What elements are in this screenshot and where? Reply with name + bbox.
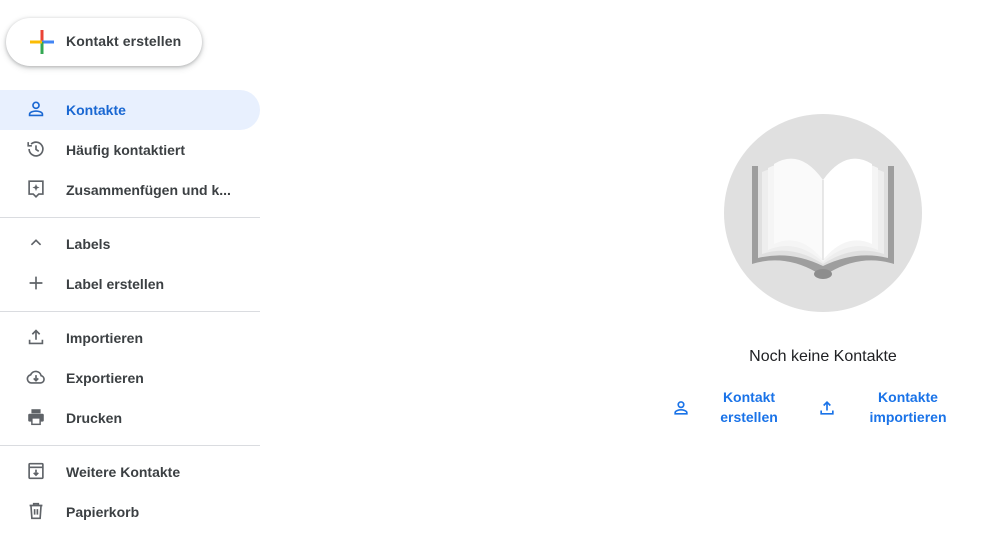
import-contacts-action[interactable]: Kontakte importieren <box>814 386 954 430</box>
divider <box>0 217 260 218</box>
sidebar-item-import[interactable]: Importieren <box>0 318 260 358</box>
sidebar-item-label: Drucken <box>66 410 123 426</box>
archive-download-icon <box>28 462 44 480</box>
sidebar-item-frequently-contacted[interactable]: Häufig kontaktiert <box>0 130 260 170</box>
create-contact-action[interactable]: Kontakt erstellen <box>668 386 784 430</box>
action-label-line: Kontakte <box>878 389 938 405</box>
person-icon <box>674 401 688 415</box>
create-contact-label: Kontakt erstellen <box>66 33 182 49</box>
sidebar-item-print[interactable]: Drucken <box>0 398 260 438</box>
sidebar-item-trash[interactable]: Papierkorb <box>0 492 260 532</box>
open-book-icon <box>752 158 894 279</box>
history-icon <box>27 141 44 157</box>
divider <box>0 311 260 312</box>
create-contact-button[interactable]: Kontakt erstellen <box>6 18 202 66</box>
sidebar-item-label: Häufig kontaktiert <box>66 142 186 158</box>
empty-state-message: Noch keine Kontakte <box>749 348 897 365</box>
plus-icon <box>29 276 43 290</box>
divider <box>0 445 260 446</box>
sidebar: Kontakt erstellen Kontakte Häufig kontak… <box>0 0 260 541</box>
action-label-line: Kontakt <box>722 389 776 405</box>
chevron-up-icon <box>30 239 42 246</box>
sidebar-item-contacts[interactable]: Kontakte <box>0 90 260 130</box>
plus-multicolor-icon <box>30 30 54 54</box>
upload-icon <box>28 329 44 345</box>
cloud-download-icon <box>26 370 45 384</box>
printer-icon <box>28 409 44 426</box>
sidebar-item-label: Label erstellen <box>66 276 165 292</box>
sidebar-item-label: Papierkorb <box>66 504 140 520</box>
sidebar-item-export[interactable]: Exportieren <box>0 358 260 398</box>
sidebar-item-label: Weitere Kontakte <box>66 464 181 480</box>
trash-icon <box>29 502 43 520</box>
sidebar-item-label: Kontakte <box>66 102 126 118</box>
action-label-line: importieren <box>869 409 947 425</box>
merge-sparkle-icon <box>28 180 44 198</box>
person-icon <box>28 101 44 117</box>
sidebar-item-merge-fix[interactable]: Zusammenfügen und k... <box>0 170 260 210</box>
action-label-line: erstellen <box>720 409 778 425</box>
sidebar-item-label: Labels <box>66 236 111 252</box>
sidebar-item-create-label[interactable]: Label erstellen <box>0 264 260 304</box>
empty-state-illustration <box>724 114 922 312</box>
sidebar-item-other-contacts[interactable]: Weitere Kontakte <box>0 452 260 492</box>
sidebar-item-label: Zusammenfügen und k... <box>66 182 231 198</box>
sidebar-item-labels-toggle[interactable]: Labels <box>0 224 260 264</box>
import-contacts-action-label: Kontakte importieren <box>862 387 954 427</box>
sidebar-item-label: Exportieren <box>66 370 144 386</box>
sidebar-item-label: Importieren <box>66 330 144 346</box>
create-contact-action-label: Kontakt erstellen <box>712 387 786 427</box>
upload-icon <box>820 400 834 415</box>
